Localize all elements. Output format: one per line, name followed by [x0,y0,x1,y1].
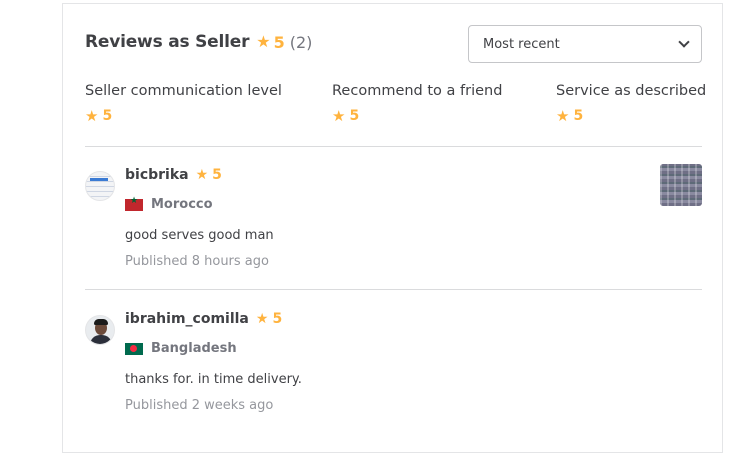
star-icon: ★ [195,167,209,183]
divider [85,146,702,147]
reviewer-username[interactable]: ibrahim_comilla [125,311,249,327]
overall-rating: 5 [273,32,285,52]
review-attachment-thumbnail[interactable] [660,164,702,206]
morocco-flag-icon [125,196,143,211]
star-icon: ★ [255,311,269,327]
star-icon: ★ [332,106,346,125]
review-rating: 5 [212,167,222,183]
sort-dropdown[interactable]: Most recent [468,25,702,63]
breakdown-communication: Seller communication level ★ 5 [85,83,282,124]
breakdown-service: Service as described ★ 5 [556,83,706,124]
divider [85,289,702,290]
chevron-down-icon [678,36,690,48]
sort-selected-value: Most recent [483,36,560,52]
avatar[interactable] [85,315,115,345]
review-published-time: Published 2 weeks ago [125,398,274,413]
breakdown-recommend: Recommend to a friend ★ 5 [332,83,502,124]
review-count: (2) [289,32,313,52]
star-icon: ★ [556,106,570,125]
avatar[interactable] [85,171,115,201]
breakdown-label: Service as described [556,83,707,99]
reviewer-username[interactable]: bicbrika [125,167,189,183]
breakdown-value: 5 [102,108,113,124]
bangladesh-flag-icon [125,342,143,355]
breakdown-label: Seller communication level [85,83,282,99]
breakdown-value: 5 [573,108,584,124]
breakdown-label: Recommend to a friend [332,83,503,99]
star-icon: ★ [85,106,99,125]
reviewer-country: Morocco [151,197,213,212]
review-rating: 5 [272,311,283,327]
reviews-card: Reviews as Seller ★ 5 (2) Most recent Se… [62,3,723,453]
reviewer-country: Bangladesh [151,341,237,356]
review-text: good serves good man [125,228,274,243]
reviews-header: Reviews as Seller ★ 5 (2) [85,32,312,52]
reviews-title: Reviews as Seller [85,32,250,52]
review-text: thanks for. in time delivery. [125,372,302,387]
review-published-time: Published 8 hours ago [125,254,269,269]
breakdown-value: 5 [349,108,360,124]
star-icon: ★ [256,32,271,51]
